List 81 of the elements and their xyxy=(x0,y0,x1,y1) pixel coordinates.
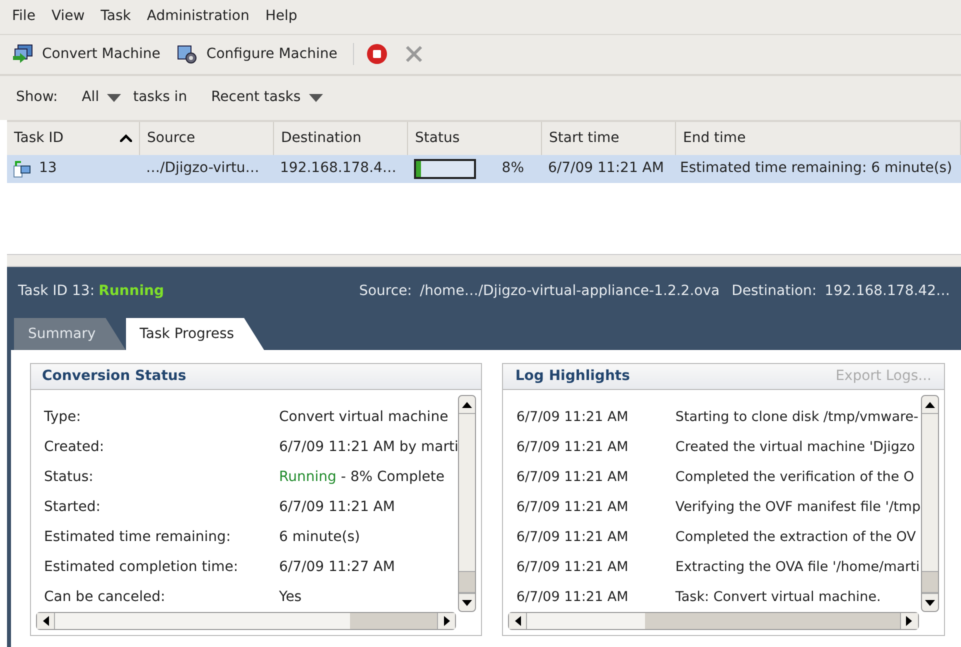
log-time: 6/7/09 11:21 AM xyxy=(516,438,630,457)
splitter-handle[interactable] xyxy=(7,254,961,267)
scroll-down-icon[interactable] xyxy=(924,600,935,606)
destination-address: 192.168.178.42… xyxy=(824,282,950,301)
scroll-thumb[interactable] xyxy=(459,571,476,594)
log-time: 6/7/09 11:21 AM xyxy=(516,408,630,427)
log-time: 6/7/09 11:21 AM xyxy=(516,558,630,577)
field-label: Started: xyxy=(44,498,102,517)
horizontal-scrollbar[interactable] xyxy=(36,612,456,630)
table-cell-text: 192.168.178.4… xyxy=(279,159,398,178)
log-time: 6/7/09 11:21 AM xyxy=(516,588,630,607)
log-message: Completed the extraction of the OV xyxy=(675,528,916,547)
source-path: /home…/Djigzo-virtual-appliance-1.2.2.ova xyxy=(420,282,720,301)
table-cell: 13 xyxy=(7,158,140,180)
menu-item[interactable]: View xyxy=(51,6,85,28)
toolbar-button[interactable]: Configure Machine xyxy=(176,44,338,65)
show-label: Show: xyxy=(16,88,58,108)
task-state: Running xyxy=(98,282,164,301)
table-cell-text: 6/7/09 11:21 AM xyxy=(547,159,665,178)
field-value: 6/7/09 11:21 AM by marti xyxy=(279,438,458,457)
computer-arrow-icon xyxy=(12,44,34,64)
field-label: Estimated time remaining: xyxy=(44,528,232,547)
field-label: Type: xyxy=(44,408,82,427)
task-icon xyxy=(13,160,31,178)
field-label: Can be canceled: xyxy=(44,588,166,607)
field-value: 6/7/09 11:21 AM xyxy=(279,498,395,517)
scroll-up-icon[interactable] xyxy=(462,402,472,408)
field-value: 6 minute(s) xyxy=(279,528,360,547)
scroll-down-icon[interactable] xyxy=(462,600,472,606)
field-value: Running xyxy=(279,468,336,487)
panel-title: Log Highlights xyxy=(515,367,630,386)
scroll-right-icon[interactable] xyxy=(906,616,912,626)
scroll-thumb[interactable] xyxy=(527,613,646,630)
vertical-scrollbar[interactable] xyxy=(458,395,476,612)
computer-gear-icon xyxy=(176,44,198,64)
menu-item[interactable]: File xyxy=(12,6,36,28)
table-cell-text: …/Djigzo-virtu… xyxy=(145,159,260,178)
sort-ascending-icon xyxy=(120,134,132,142)
menu-item[interactable]: Task xyxy=(100,6,131,28)
horizontal-scrollbar[interactable] xyxy=(508,612,919,630)
scroll-left-icon[interactable] xyxy=(514,616,521,626)
task-row[interactable]: 13 …/Djigzo-virtu… 192.168.178.4… 8% 6/7/09 11:21 AM Estimated time remaining: 6 minute(s) xyxy=(7,154,961,183)
menu-item[interactable]: Help xyxy=(265,6,298,28)
range-dropdown[interactable]: Recent tasks xyxy=(211,87,323,108)
log-message: Completed the verification of the O xyxy=(675,468,914,487)
tab[interactable]: Task Progress xyxy=(126,318,264,350)
filter-text: tasks in xyxy=(133,88,188,108)
field-value: Convert virtual machine xyxy=(279,408,448,427)
field-label: Estimated completion time: xyxy=(44,558,240,577)
log-message: Extracting the OVA file '/home/marti xyxy=(675,558,920,577)
log-message: Verifying the OVF manifest file '/tmp xyxy=(675,498,921,517)
table-cell-text: 8% xyxy=(502,159,524,178)
field-value: 6/7/09 11:27 AM xyxy=(279,558,395,577)
field-value: Yes xyxy=(279,588,302,607)
log-message: Created the virtual machine 'Djigzo xyxy=(675,438,915,457)
task-title: Task ID 13: xyxy=(18,282,95,301)
scope-dropdown[interactable]: All xyxy=(82,87,122,108)
scroll-thumb[interactable] xyxy=(55,613,350,630)
table-cell-text: Estimated time remaining: 6 minute(s) xyxy=(679,159,954,178)
vertical-scrollbar[interactable] xyxy=(920,395,939,612)
log-message: Task: Convert virtual machine. xyxy=(675,588,881,607)
tab[interactable]: Summary xyxy=(14,318,126,350)
scroll-left-icon[interactable] xyxy=(42,616,48,626)
log-message: Starting to clone disk /tmp/vmware- xyxy=(675,408,918,427)
destination-label: Destination: xyxy=(732,282,817,301)
scroll-up-icon[interactable] xyxy=(924,402,935,408)
log-time: 6/7/09 11:21 AM xyxy=(516,498,630,517)
log-time: 6/7/09 11:21 AM xyxy=(516,468,630,487)
source-label: Source: xyxy=(359,282,412,301)
field-label: Created: xyxy=(44,438,106,457)
scroll-right-icon[interactable] xyxy=(444,616,450,626)
dropdown-caret-icon xyxy=(107,94,122,102)
field-label: Status: xyxy=(44,468,94,487)
menu-item[interactable]: Administration xyxy=(146,6,250,28)
scroll-thumb[interactable] xyxy=(922,571,938,594)
toolbar-button[interactable]: Convert Machine xyxy=(12,44,160,65)
field-value: - 8% Complete xyxy=(340,468,444,487)
dropdown-caret-icon xyxy=(308,94,323,102)
log-time: 6/7/09 11:21 AM xyxy=(516,528,630,547)
panel-title: Conversion Status xyxy=(42,367,186,386)
stop-icon[interactable] xyxy=(366,43,388,66)
